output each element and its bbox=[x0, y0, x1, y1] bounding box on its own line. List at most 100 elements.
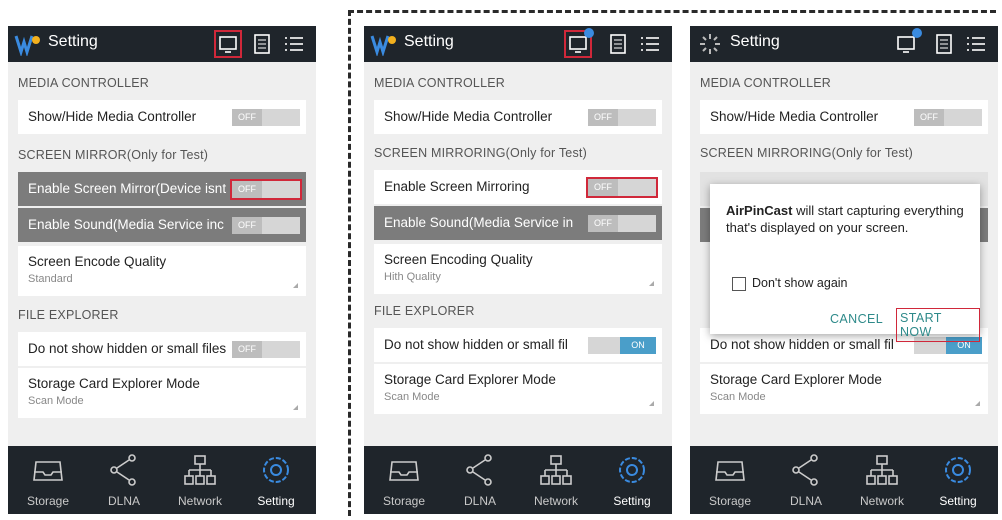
bottom-nav: Storage DLNA Network Setting bbox=[364, 446, 672, 514]
dont-show-again-checkbox[interactable] bbox=[732, 277, 746, 291]
tab-dlna[interactable]: DLNA bbox=[772, 452, 840, 508]
start-now-button[interactable]: START NOW bbox=[896, 308, 980, 342]
setting-row[interactable]: Show/Hide Media Controller OFF bbox=[700, 100, 988, 134]
tab-storage[interactable]: Storage bbox=[696, 452, 764, 508]
monitor-icon[interactable] bbox=[214, 30, 242, 58]
notification-badge bbox=[912, 28, 922, 38]
setting-row[interactable]: Enable Sound(Media Service inc OFF bbox=[18, 208, 306, 242]
menu-icon[interactable] bbox=[282, 32, 306, 56]
row-label: Enable Sound(Media Service in bbox=[384, 215, 574, 230]
page-title: Setting bbox=[730, 33, 780, 50]
toggle-switch[interactable]: OFF bbox=[230, 179, 302, 200]
tab-network[interactable]: Network bbox=[166, 452, 234, 508]
setting-row[interactable]: Show/Hide Media Controller OFF bbox=[374, 100, 662, 134]
tab-label: DLNA bbox=[789, 494, 822, 508]
menu-icon[interactable] bbox=[964, 32, 988, 56]
row-label: Show/Hide Media Controller bbox=[710, 109, 879, 124]
setting-row[interactable]: Screen Encoding Quality Hith Quality bbox=[374, 244, 662, 294]
toggle-switch[interactable]: OFF bbox=[232, 217, 300, 234]
tab-setting[interactable]: Setting bbox=[598, 452, 666, 508]
cancel-button[interactable]: CANCEL bbox=[830, 312, 883, 326]
row-label: Show/Hide Media Controller bbox=[384, 109, 553, 124]
section-header: SCREEN MIRROR(Only for Test) bbox=[18, 148, 209, 162]
row-label: Storage Card Explorer Mode bbox=[384, 372, 556, 387]
permission-dialog: AirPinCast will start capturing everythi… bbox=[710, 184, 980, 342]
tab-network[interactable]: Network bbox=[848, 452, 916, 508]
monitor-icon[interactable] bbox=[564, 28, 594, 58]
tab-label: Storage bbox=[382, 494, 426, 508]
list-icon[interactable] bbox=[250, 32, 274, 56]
tab-label: DLNA bbox=[107, 494, 140, 508]
setting-row[interactable]: Storage Card Explorer Mode Scan Mode bbox=[374, 364, 662, 414]
row-value: Scan Mode bbox=[384, 391, 440, 403]
top-bar: Setting bbox=[364, 26, 672, 62]
chevron-icon bbox=[293, 405, 298, 410]
setting-row[interactable]: Storage Card Explorer Mode Scan Mode bbox=[700, 364, 988, 414]
row-label: Screen Encode Quality bbox=[28, 254, 167, 269]
monitor-icon[interactable] bbox=[894, 28, 922, 56]
row-label: Do not show hidden or small fil bbox=[710, 337, 894, 352]
setting-row[interactable]: Storage Card Explorer Mode Scan Mode bbox=[18, 368, 306, 418]
toggle-state: ON bbox=[620, 337, 656, 354]
tab-dlna[interactable]: DLNA bbox=[446, 452, 514, 508]
setting-row[interactable]: Show/Hide Media Controller OFF bbox=[18, 100, 306, 134]
setting-row[interactable]: Enable Screen Mirror(Device isnt OFF bbox=[18, 172, 306, 206]
section-header: FILE EXPLORER bbox=[18, 308, 119, 322]
notification-badge bbox=[584, 28, 594, 38]
toggle-switch[interactable]: OFF bbox=[232, 341, 300, 358]
gear-icon bbox=[940, 452, 976, 488]
row-label: Storage Card Explorer Mode bbox=[28, 376, 200, 391]
toggle-state: OFF bbox=[914, 109, 944, 126]
tab-dlna[interactable]: DLNA bbox=[90, 452, 158, 508]
toggle-switch[interactable]: ON bbox=[588, 337, 656, 354]
bottom-nav: Storage DLNA Network Setting bbox=[690, 446, 998, 514]
tab-label: Setting bbox=[939, 494, 977, 508]
toggle-switch[interactable]: OFF bbox=[586, 177, 658, 198]
tab-setting[interactable]: Setting bbox=[242, 452, 310, 508]
gear-icon bbox=[258, 452, 294, 488]
page-title: Setting bbox=[48, 33, 98, 50]
loading-spinner-icon bbox=[696, 32, 724, 56]
toggle-state: OFF bbox=[588, 109, 618, 126]
tab-setting[interactable]: Setting bbox=[924, 452, 992, 508]
list-icon[interactable] bbox=[932, 32, 956, 56]
tab-label: Network bbox=[177, 494, 222, 508]
network-icon bbox=[538, 452, 574, 488]
share-icon bbox=[462, 452, 498, 488]
checkbox-label: Don't show again bbox=[752, 276, 848, 290]
setting-row[interactable]: Enable Sound(Media Service in OFF bbox=[374, 206, 662, 240]
toggle-state: OFF bbox=[232, 217, 262, 234]
toggle-switch[interactable]: OFF bbox=[232, 109, 300, 126]
toggle-state: OFF bbox=[232, 109, 262, 126]
toggle-switch[interactable]: OFF bbox=[914, 109, 982, 126]
app-logo-icon bbox=[14, 32, 42, 58]
phone-screen-1: Setting MEDIA CONTROLLER Show/Hide Media… bbox=[8, 26, 316, 514]
setting-row[interactable]: Enable Screen Mirroring OFF bbox=[374, 170, 662, 204]
tab-storage[interactable]: Storage bbox=[14, 452, 82, 508]
toggle-state: OFF bbox=[232, 341, 262, 358]
row-label: Do not show hidden or small files bbox=[28, 341, 227, 356]
gear-icon bbox=[614, 452, 650, 488]
tab-storage[interactable]: Storage bbox=[370, 452, 438, 508]
tab-network[interactable]: Network bbox=[522, 452, 590, 508]
toggle-switch[interactable]: OFF bbox=[588, 109, 656, 126]
setting-row[interactable]: Do not show hidden or small fil ON bbox=[374, 328, 662, 362]
row-label: Show/Hide Media Controller bbox=[28, 109, 197, 124]
phone-screen-3: Setting MEDIA CONTROLLER Show/Hide Media… bbox=[690, 26, 998, 514]
toggle-state: OFF bbox=[588, 179, 618, 196]
share-icon bbox=[106, 452, 142, 488]
chevron-icon bbox=[649, 281, 654, 286]
phone-screen-2: Setting MEDIA CONTROLLER Show/Hide Media… bbox=[364, 26, 672, 514]
tab-label: Storage bbox=[708, 494, 752, 508]
dashed-border-top bbox=[348, 10, 996, 13]
setting-row[interactable]: Do not show hidden or small files OFF bbox=[18, 332, 306, 366]
menu-icon[interactable] bbox=[638, 32, 662, 56]
list-icon[interactable] bbox=[606, 32, 630, 56]
toggle-switch[interactable]: OFF bbox=[588, 215, 656, 232]
row-label: Storage Card Explorer Mode bbox=[710, 372, 882, 387]
section-header: MEDIA CONTROLLER bbox=[700, 76, 832, 90]
row-value: Scan Mode bbox=[710, 391, 766, 403]
setting-row[interactable]: Screen Encode Quality Standard bbox=[18, 246, 306, 296]
tab-label: Network bbox=[859, 494, 904, 508]
network-icon bbox=[182, 452, 218, 488]
